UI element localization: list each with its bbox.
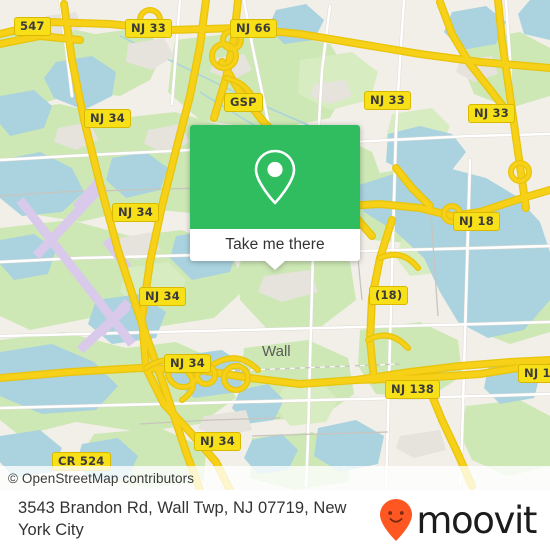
moovit-map-screenshot: .lnd{fill:#f2efe9} .grn{fill:#cde8b5} .g… [0, 0, 550, 550]
bottom-info-bar: 3543 Brandon Rd, Wall Twp, NJ 07719, New… [0, 490, 550, 550]
road-shield: NJ 18 [453, 212, 500, 232]
road-shield: NJ 138 [385, 380, 441, 400]
attribution-text: © OpenStreetMap contributors [8, 470, 195, 486]
location-popup-card[interactable]: Take me there [190, 125, 360, 270]
moovit-pin-icon [380, 499, 413, 541]
moovit-brand[interactable]: moovit [379, 498, 537, 542]
popup-header [190, 125, 360, 229]
road-shield: NJ 34 [112, 203, 159, 223]
place-labels: Wall [262, 343, 291, 360]
road-shield: NJ 34 [164, 354, 211, 374]
road-shield: (18) [369, 286, 409, 306]
road-shield: NJ 66 [230, 19, 277, 39]
popup-action-bar[interactable]: Take me there [190, 229, 360, 270]
place-label-wall: Wall [262, 343, 291, 360]
map-attribution: © OpenStreetMap contributors [0, 466, 550, 490]
road-shield: NJ 34 [194, 432, 241, 452]
address-text: 3543 Brandon Rd, Wall Twp, NJ 07719, New… [18, 499, 347, 539]
moovit-wordmark: moovit [416, 498, 537, 542]
map-pin-icon [254, 149, 296, 205]
popup-pointer-tail [265, 261, 285, 270]
road-shield: NJ 33 [364, 91, 411, 111]
road-shield: NJ 34 [139, 287, 186, 307]
road-shield: NJ 138 [518, 364, 550, 384]
road-shield: 547 [14, 17, 51, 37]
road-shield: NJ 33 [125, 19, 172, 39]
road-shield: GSP [224, 93, 263, 113]
take-me-there-label: Take me there [225, 236, 325, 253]
map-canvas[interactable]: .lnd{fill:#f2efe9} .grn{fill:#cde8b5} .g… [0, 0, 550, 490]
road-shield: NJ 33 [468, 104, 515, 124]
road-shield: NJ 34 [84, 109, 131, 129]
